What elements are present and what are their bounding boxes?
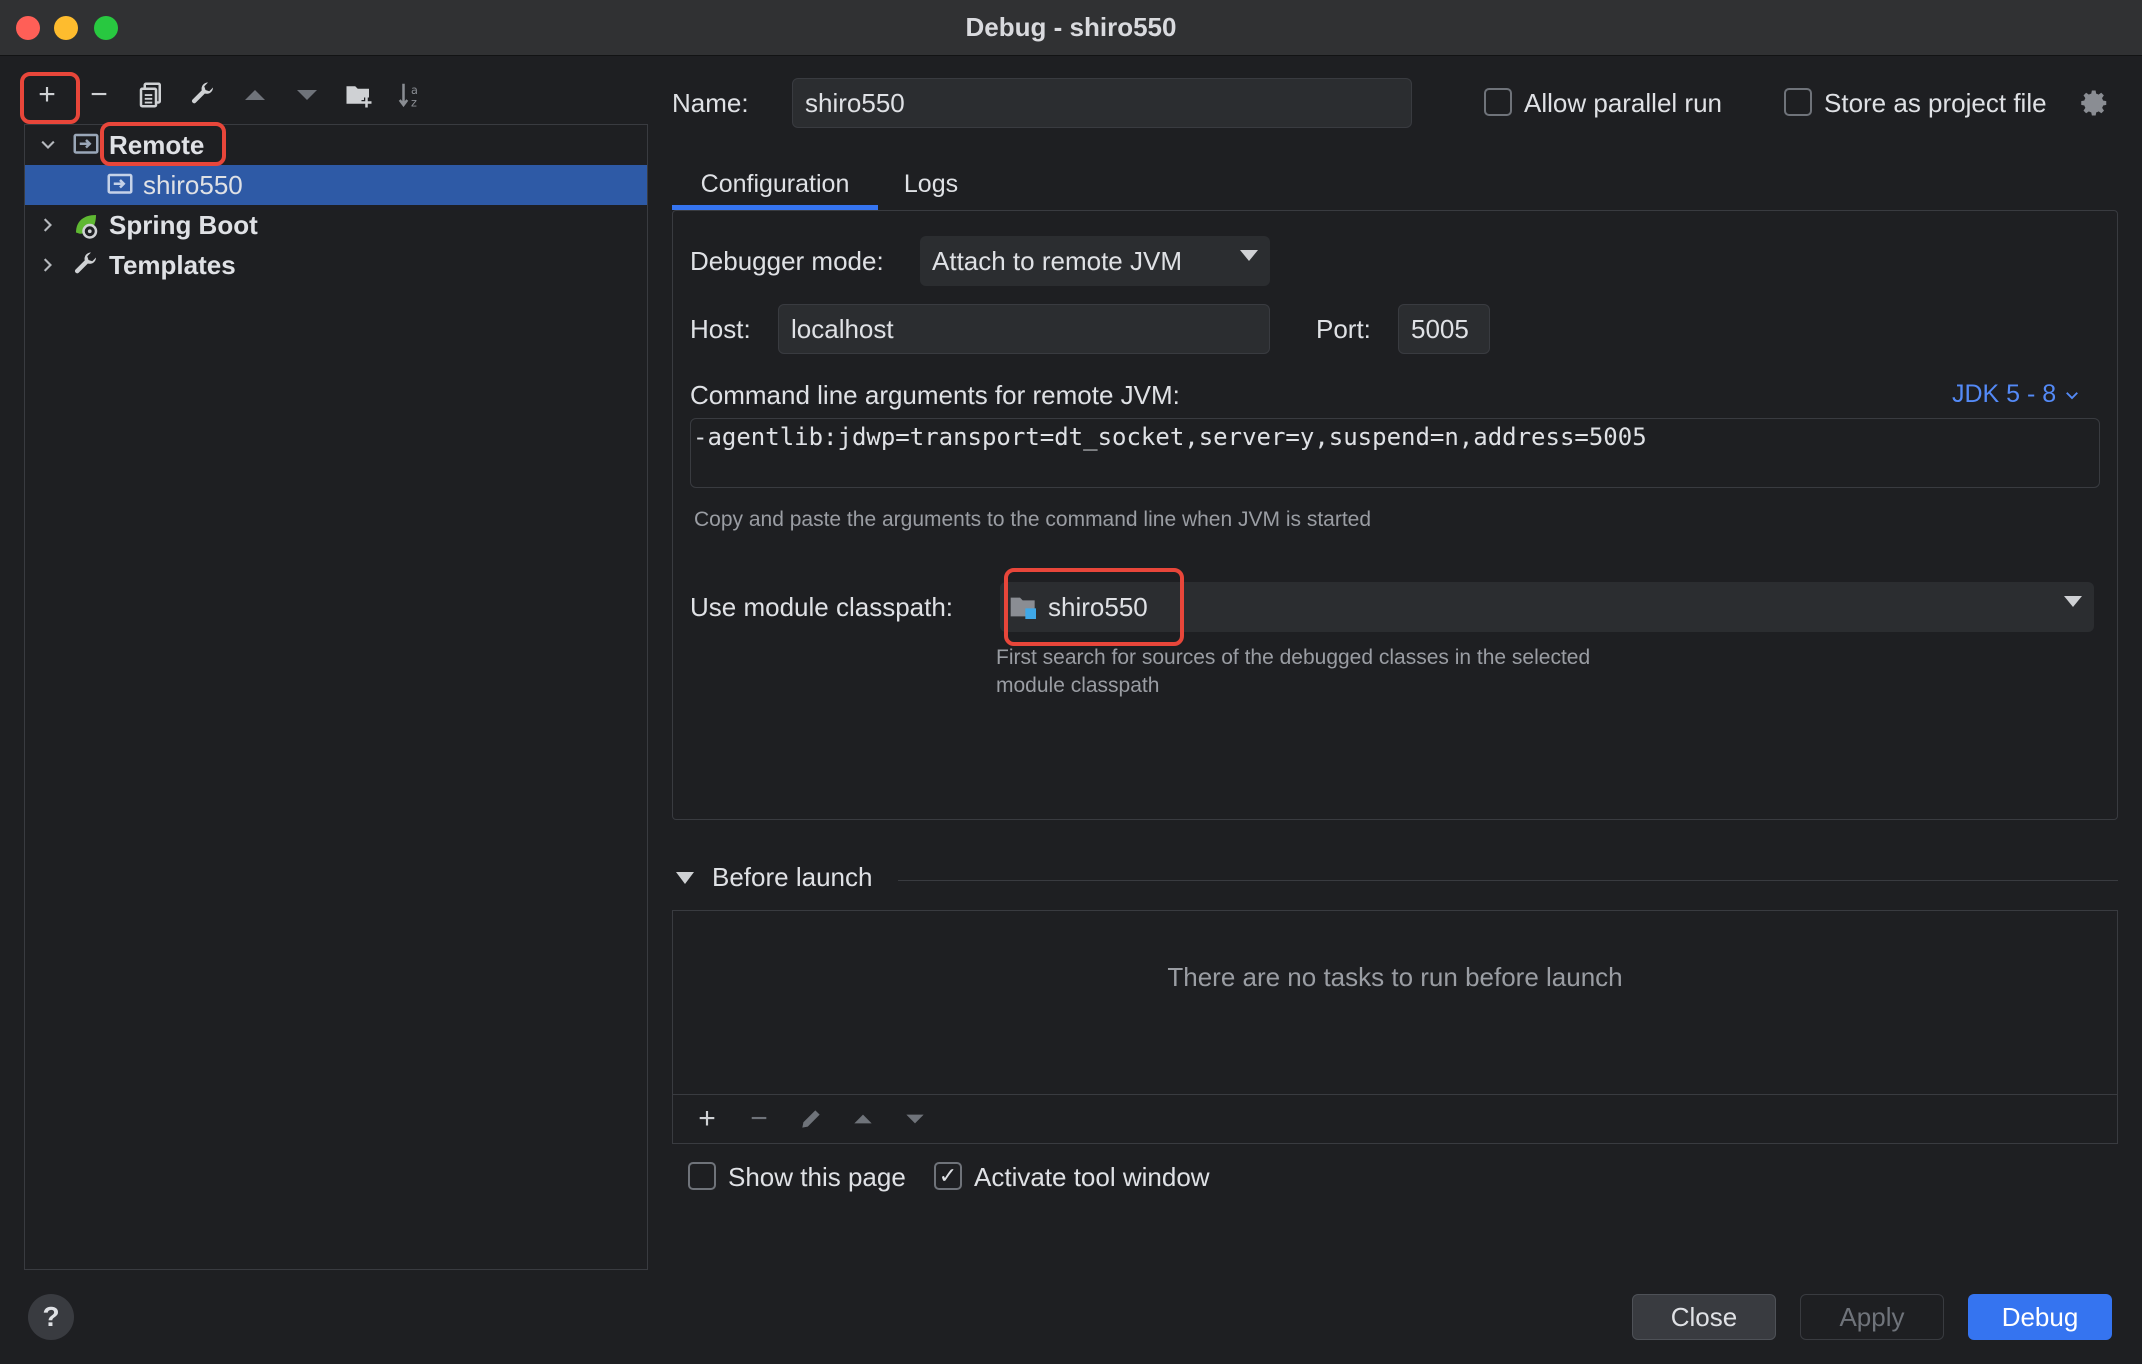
spring-boot-icon: [76, 215, 98, 239]
tree-item-label: Spring Boot: [109, 209, 258, 240]
tab-logs[interactable]: Logs: [886, 158, 976, 210]
debug-button[interactable]: Debug: [1968, 1294, 2112, 1340]
module-hint-line-1: First search for sources of the debugged…: [996, 646, 1591, 669]
pencil-icon: [802, 1110, 820, 1128]
sort-az-icon: az: [398, 83, 418, 109]
edit-templates-button[interactable]: [180, 72, 226, 118]
add-task-button[interactable]: +: [689, 1101, 725, 1137]
debugger-mode-label: Debugger mode:: [690, 246, 884, 276]
config-toolbar: + − az: [24, 72, 434, 118]
store-project-label: Store as project file: [1824, 88, 2047, 118]
remote-debug-icon: [107, 173, 133, 194]
tree-item-label: shiro550: [143, 169, 243, 200]
name-label: Name:: [672, 88, 749, 118]
before-launch-header[interactable]: Before launch: [676, 862, 872, 893]
copy-icon: [139, 82, 161, 108]
activate-tool-checkbox[interactable]: ✓: [934, 1162, 962, 1190]
triangle-up-icon: [854, 1114, 872, 1124]
remote-debug-icon: [73, 133, 99, 154]
config-tree: Remote shiro550 Spring Boot Templates: [24, 124, 648, 1270]
chevron-right-icon[interactable]: [35, 212, 61, 238]
before-launch-title: Before launch: [712, 862, 873, 892]
cmd-args-label: Command line arguments for remote JVM:: [690, 380, 1180, 410]
port-input[interactable]: 5005: [1398, 304, 1490, 354]
cmd-args-textarea[interactable]: -agentlib:jdwp=transport=dt_socket,serve…: [690, 418, 2100, 488]
help-button[interactable]: ?: [28, 1294, 74, 1340]
tree-item-label: Templates: [109, 249, 236, 280]
show-page-checkbox[interactable]: [688, 1162, 716, 1190]
sort-button[interactable]: az: [388, 72, 434, 118]
host-label: Host:: [690, 314, 751, 344]
triangle-up-icon: [245, 90, 265, 100]
remove-task-button[interactable]: −: [741, 1101, 777, 1137]
move-task-up-button[interactable]: [845, 1101, 881, 1137]
jdk-version-link[interactable]: JDK 5 - 8: [1952, 380, 2081, 409]
triangle-down-icon: [297, 90, 317, 100]
module-classpath-label: Use module classpath:: [690, 592, 954, 622]
move-down-button[interactable]: [284, 72, 330, 118]
tab-configuration[interactable]: Configuration: [672, 158, 878, 210]
allow-parallel-checkbox[interactable]: [1484, 88, 1512, 116]
chevron-down-icon: [2064, 596, 2082, 607]
tree-item-shiro550[interactable]: shiro550: [25, 165, 647, 205]
remove-config-button[interactable]: −: [76, 72, 122, 118]
move-task-down-button[interactable]: [897, 1101, 933, 1137]
chevron-down-icon: [2066, 392, 2079, 400]
before-launch-divider: [898, 880, 2118, 881]
add-button-highlight: [20, 72, 80, 124]
triangle-down-icon: [676, 871, 694, 884]
chevron-right-icon[interactable]: [35, 252, 61, 278]
tree-item-spring-boot[interactable]: Spring Boot: [25, 205, 647, 245]
activate-tool-label: Activate tool window: [974, 1162, 1210, 1192]
show-page-label: Show this page: [728, 1162, 906, 1192]
chevron-down-icon: [1240, 250, 1258, 261]
edit-task-button[interactable]: [793, 1101, 829, 1137]
before-launch-toolbar: + −: [672, 1094, 2118, 1144]
wrench-icon: [74, 252, 97, 274]
debug-config-window: Debug - shiro550 + − az Remote shiro550 …: [0, 0, 2142, 1364]
module-hint-line-2: module classpath: [996, 674, 1160, 697]
port-label: Port:: [1316, 314, 1371, 344]
chevron-down-icon[interactable]: [35, 132, 61, 158]
folder-plus-icon: [346, 86, 372, 108]
close-button[interactable]: Close: [1632, 1294, 1776, 1340]
host-input[interactable]: localhost: [778, 304, 1270, 354]
new-folder-button[interactable]: [336, 72, 382, 118]
svg-text:a: a: [411, 84, 418, 97]
wrench-icon: [191, 82, 214, 104]
minus-icon: −: [90, 78, 108, 111]
name-input[interactable]: shiro550: [792, 78, 1412, 128]
svg-text:z: z: [411, 96, 417, 109]
before-launch-empty-text: There are no tasks to run before launch: [1167, 962, 1623, 992]
tree-item-templates[interactable]: Templates: [25, 245, 647, 285]
gear-icon[interactable]: [2080, 88, 2110, 118]
checkmark-icon: ✓: [938, 1163, 958, 1188]
triangle-down-icon: [906, 1114, 924, 1124]
debugger-mode-value: Attach to remote JVM: [932, 245, 1182, 276]
store-project-checkbox[interactable]: [1784, 88, 1812, 116]
title-bar: Debug - shiro550: [0, 0, 2142, 56]
apply-button[interactable]: Apply: [1800, 1294, 1944, 1340]
allow-parallel-label: Allow parallel run: [1524, 88, 1722, 118]
remote-highlight: [100, 122, 226, 166]
copy-config-button[interactable]: [128, 72, 174, 118]
cmd-args-hint: Copy and paste the arguments to the comm…: [694, 508, 1372, 531]
debugger-mode-select[interactable]: Attach to remote JVM: [920, 236, 1270, 286]
move-up-button[interactable]: [232, 72, 278, 118]
window-title: Debug - shiro550: [965, 12, 1177, 42]
module-highlight: [1004, 568, 1184, 646]
jdk-version-text: JDK 5 - 8: [1952, 380, 2057, 408]
